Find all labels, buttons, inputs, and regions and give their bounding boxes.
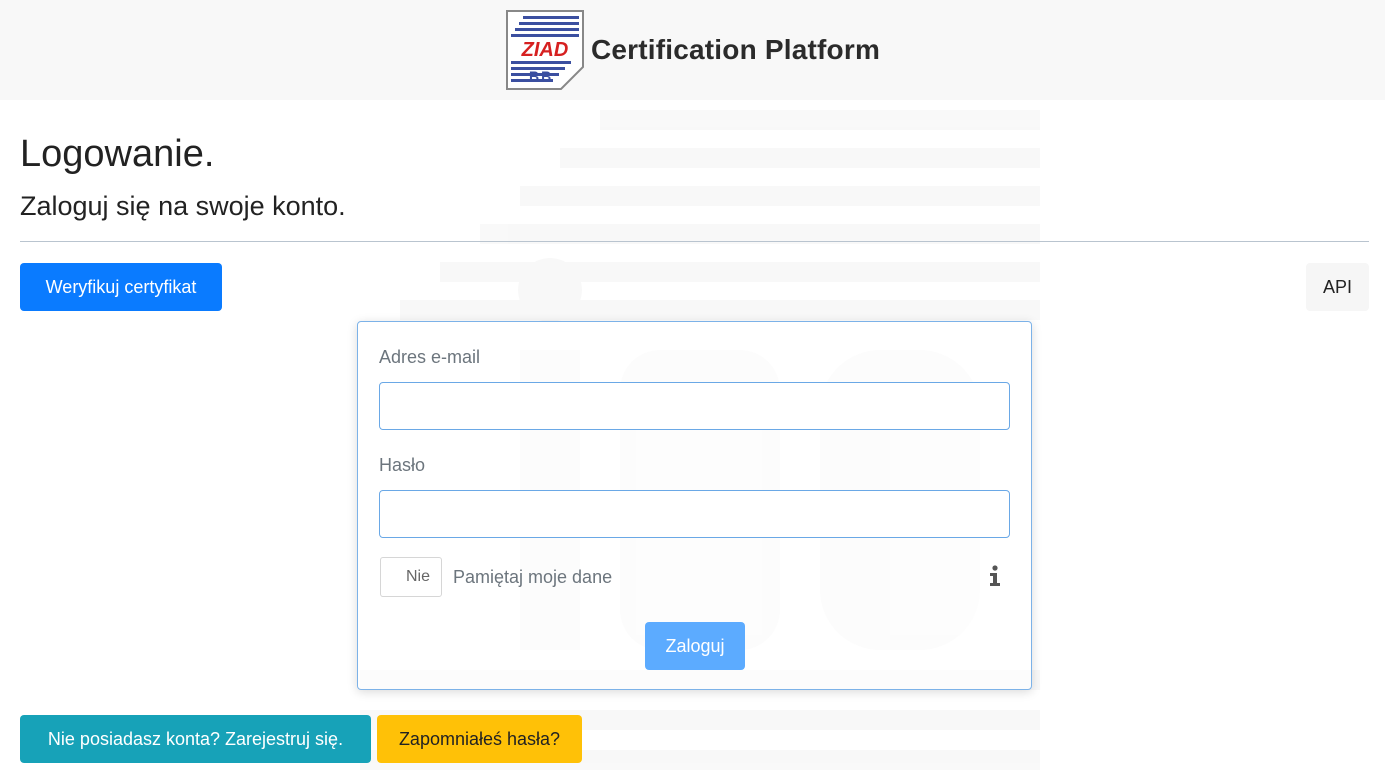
verify-certificate-button[interactable]: Weryfikuj certyfikat [20,263,222,311]
brand-title: Certification Platform [590,34,881,65]
password-label: Hasło [379,455,426,475]
login-button[interactable]: Zaloguj [645,622,745,670]
ziad-logo-icon: ZIAD BB [505,10,584,90]
divider [20,241,1369,242]
login-form-card: Adres e-mail Hasło Nie Pamiętaj moje dan… [357,321,1032,690]
remember-label: Pamiętaj moje dane [453,567,613,587]
remember-toggle-state: Nie [405,568,430,585]
api-button[interactable]: API [1306,263,1369,311]
info-icon[interactable] [988,565,1002,587]
top-header: ZIAD BB Certification Platform [0,0,1385,100]
svg-text:ZIAD: ZIAD [521,39,569,61]
svg-text:BB: BB [529,68,553,84]
email-label: Adres e-mail [379,347,481,367]
remember-toggle[interactable]: Nie [380,557,442,597]
password-field[interactable] [379,490,1010,538]
register-button[interactable]: Nie posiadasz konta? Zarejestruj się. [20,715,371,763]
email-field[interactable] [379,382,1010,430]
forgot-password-button[interactable]: Zapomniałeś hasła? [377,715,582,763]
page-title: Logowanie. [20,133,215,175]
page-subtitle: Zaloguj się na swoje konto. [20,191,346,221]
